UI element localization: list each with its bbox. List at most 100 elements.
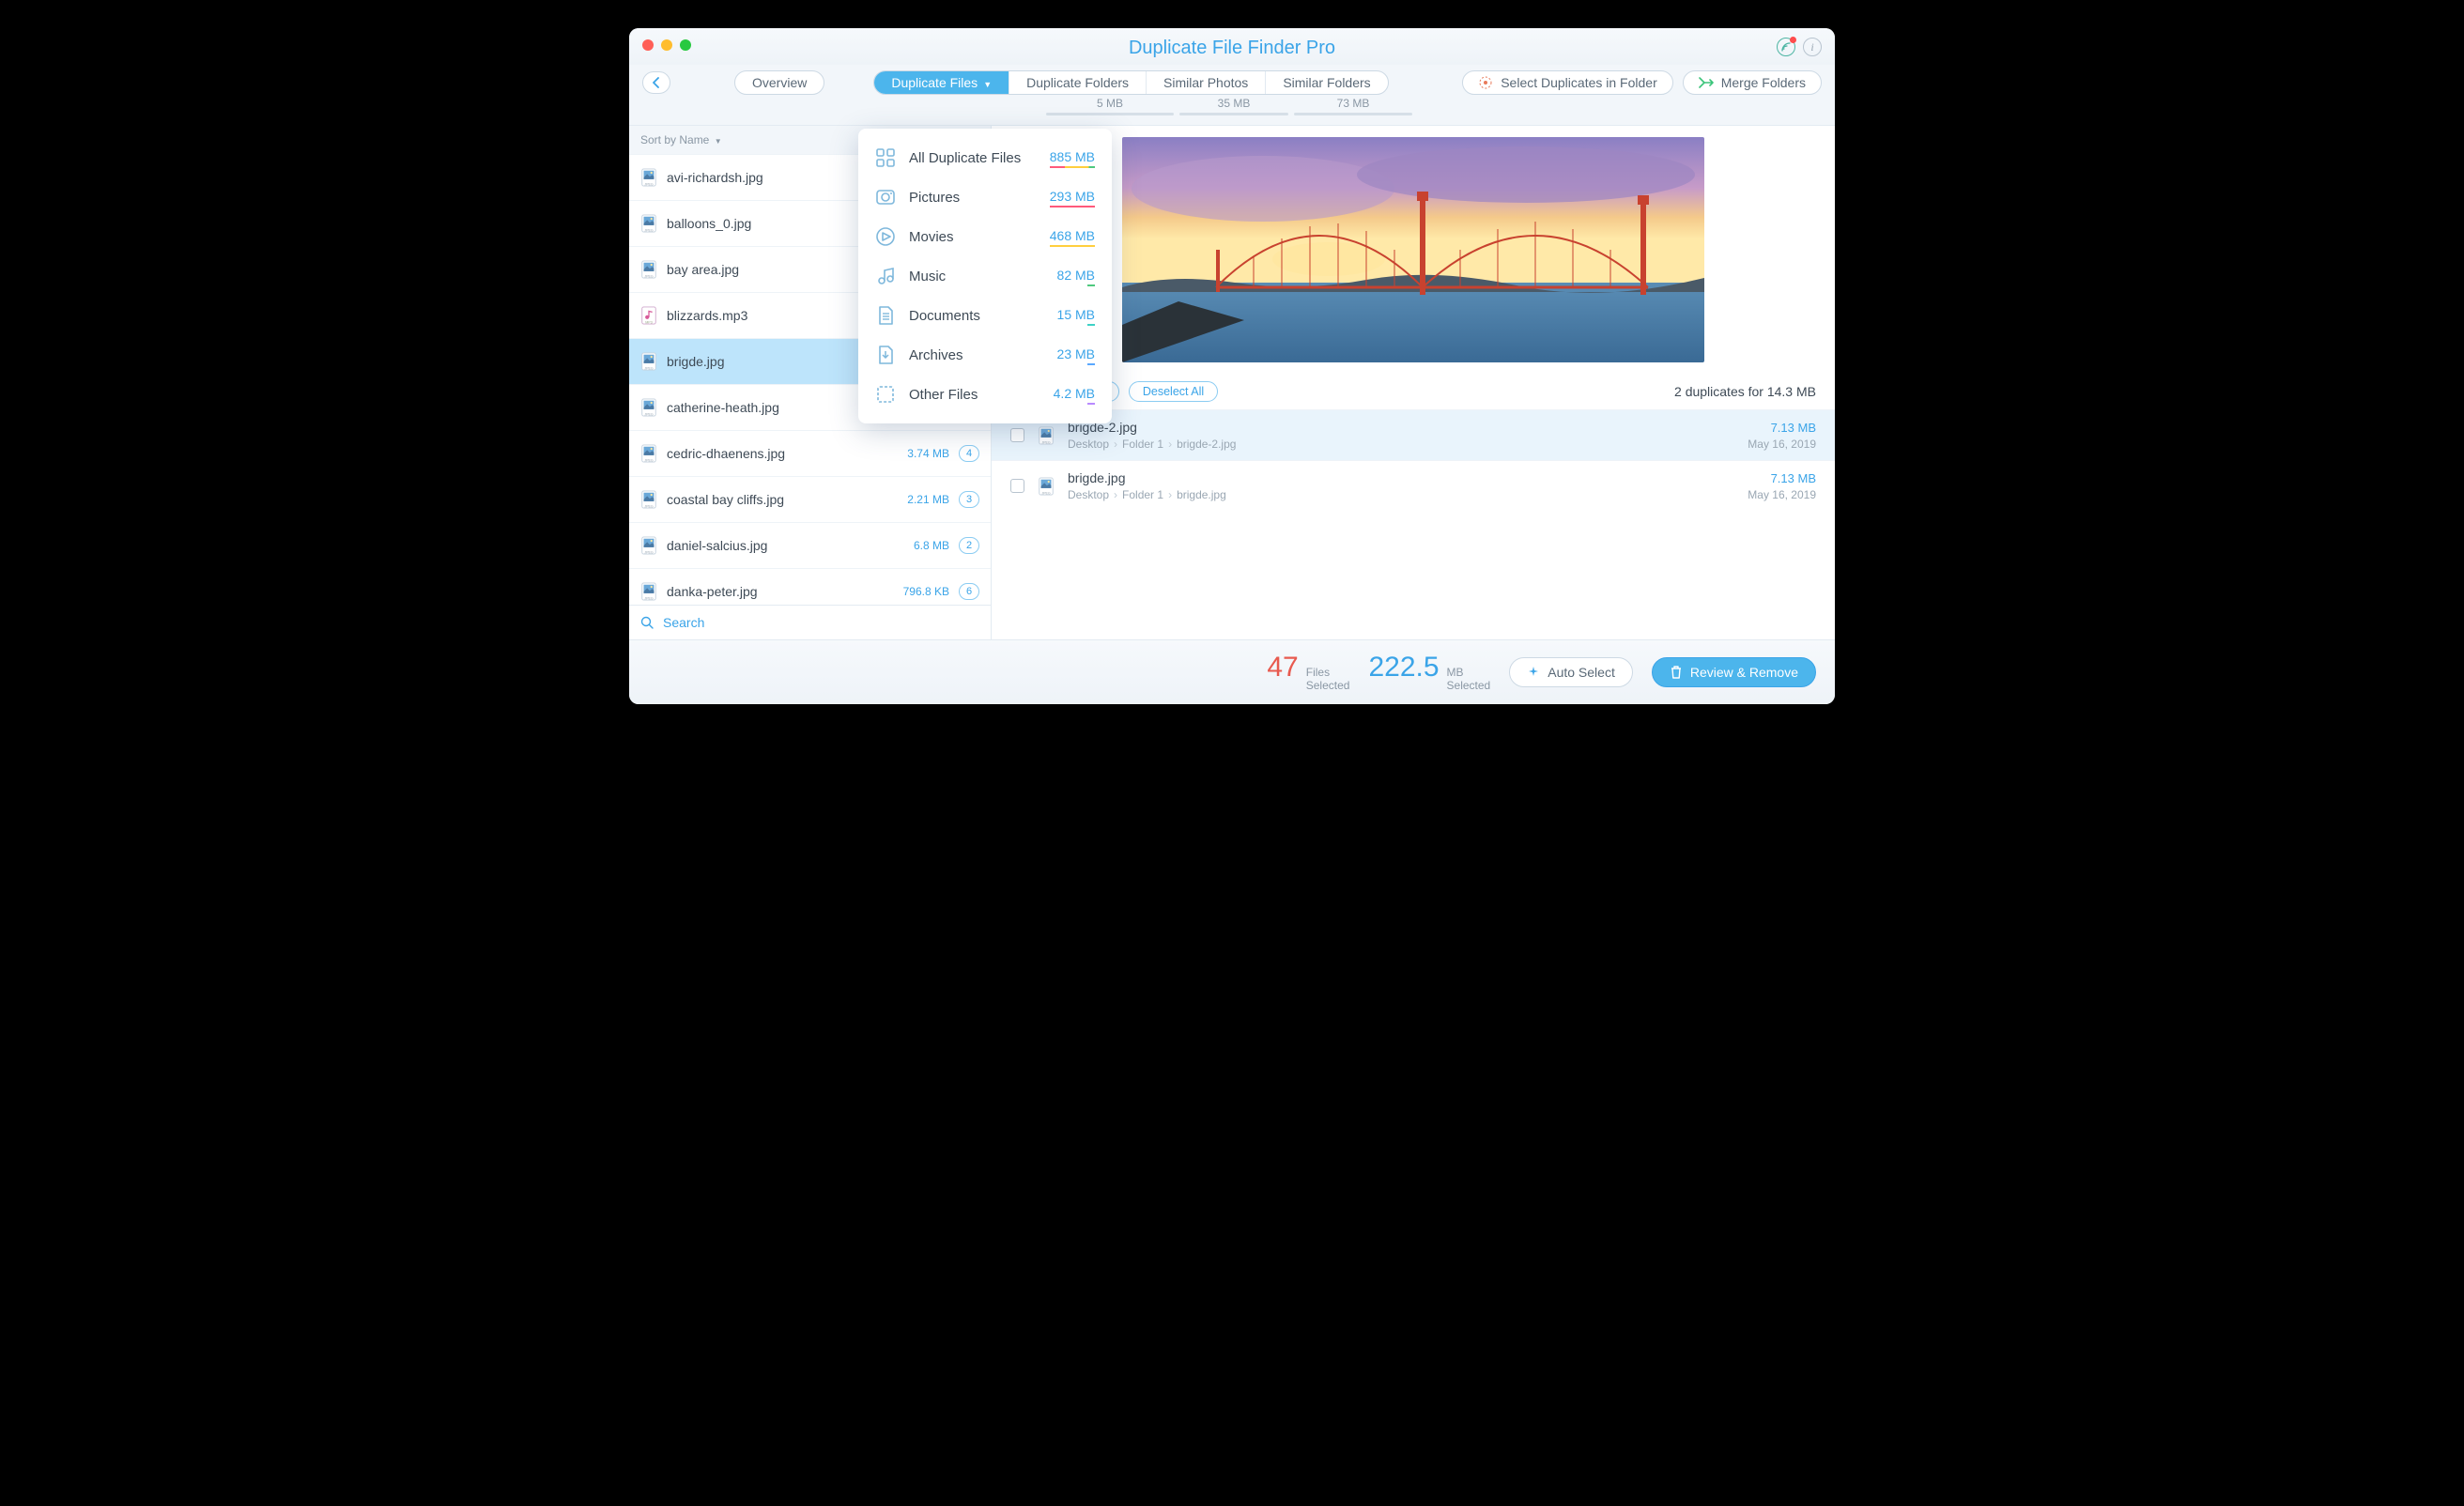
file-name: cedric-dhaenens.jpg <box>667 446 898 461</box>
file-row[interactable]: JPEGdanka-peter.jpg796.8 KB6 <box>629 569 991 605</box>
category-size: 15 MB <box>1057 307 1095 325</box>
duplicate-checkbox[interactable] <box>1010 428 1024 442</box>
svg-text:JPEG: JPEG <box>644 367 654 371</box>
file-size: 796.8 KB <box>903 585 949 598</box>
category-label: Movies <box>909 229 1037 245</box>
duplicate-size: 7.13 MB <box>1748 421 1816 435</box>
file-row[interactable]: JPEG daniel-salcius.jpg 6.8 MB 2 <box>629 523 991 569</box>
minimize-icon[interactable] <box>661 39 672 51</box>
deselect-all-button[interactable]: Deselect All <box>1129 381 1218 402</box>
duplicate-path: Desktop›Folder 1›brigde-2.jpg <box>1068 438 1734 451</box>
search-input[interactable] <box>663 615 979 630</box>
svg-text:JPEG: JPEG <box>644 459 654 463</box>
file-row[interactable]: JPEG coastal bay cliffs.jpg 2.21 MB 3 <box>629 477 991 523</box>
tab-similar-photos[interactable]: Similar Photos <box>1147 71 1266 94</box>
select-duplicates-folder-button[interactable]: Select Duplicates in Folder <box>1462 70 1673 95</box>
merge-folders-button[interactable]: Merge Folders <box>1683 70 1822 95</box>
dropdown-item[interactable]: Documents 15 MB <box>858 296 1112 335</box>
svg-text:JPEG: JPEG <box>1041 440 1051 444</box>
preview-area <box>992 126 1835 374</box>
dropdown-item[interactable]: Music82 MB <box>858 256 1112 296</box>
duplicate-date: May 16, 2019 <box>1748 488 1816 501</box>
tab-sizes: 5 MB 35 MB 73 MB <box>629 95 1835 125</box>
files-selected-stat: 47 FilesSelected <box>1267 652 1349 693</box>
tab-duplicate-folders[interactable]: Duplicate Folders <box>1009 71 1147 94</box>
category-size: 82 MB <box>1057 268 1095 285</box>
window-controls <box>642 39 691 51</box>
preview-image <box>1122 137 1704 362</box>
svg-text:MP3: MP3 <box>645 321 652 325</box>
duplicate-row[interactable]: JPEGbrigde.jpgDesktop›Folder 1›brigde.jp… <box>992 460 1835 511</box>
tab-similar-folders[interactable]: Similar Folders <box>1266 71 1387 94</box>
tab-size-duplicate-files <box>913 97 1040 115</box>
category-size: 293 MB <box>1050 189 1095 207</box>
tab-size-similar-folders: 73 MB <box>1294 97 1412 115</box>
category-label: Documents <box>909 308 1044 324</box>
category-label: Pictures <box>909 190 1037 206</box>
tab-size-duplicate-folders: 5 MB <box>1046 97 1174 115</box>
dropdown-item[interactable]: Pictures 293 MB <box>858 177 1112 217</box>
svg-text:JPEG: JPEG <box>644 597 654 601</box>
file-name: coastal bay cliffs.jpg <box>667 492 898 507</box>
svg-text:JPEG: JPEG <box>1041 491 1051 495</box>
category-size: 885 MB <box>1050 149 1095 167</box>
back-button[interactable] <box>642 71 670 94</box>
category-label: Other Files <box>909 387 1040 403</box>
category-size: 4.2 MB <box>1054 386 1095 404</box>
trash-icon <box>1670 665 1683 680</box>
dropdown-item[interactable]: Other Files 4.2 MB <box>858 375 1112 414</box>
overview-button[interactable]: Overview <box>734 70 824 95</box>
file-row[interactable]: JPEG cedric-dhaenens.jpg 3.74 MB 4 <box>629 431 991 477</box>
category-size: 468 MB <box>1050 228 1095 246</box>
svg-text:JPEG: JPEG <box>644 229 654 233</box>
dropdown-item[interactable]: Movies 468 MB <box>858 217 1112 256</box>
category-icon <box>875 187 896 207</box>
duplicate-name: brigde.jpg <box>1068 470 1734 485</box>
sparkle-icon <box>1527 666 1540 679</box>
info-icon[interactable]: i <box>1803 38 1822 56</box>
file-size: 6.8 MB <box>914 539 949 552</box>
category-tabs: Duplicate Files▼ Duplicate Folders Simil… <box>873 70 1388 95</box>
review-remove-button[interactable]: Review & Remove <box>1652 657 1816 687</box>
main-panel: Auto Select ▼ Deselect All 2 duplicates … <box>992 126 1835 639</box>
target-icon <box>1478 75 1493 90</box>
file-size: 2.21 MB <box>907 493 949 506</box>
close-icon[interactable] <box>642 39 654 51</box>
mb-selected-stat: 222.5 MBSelected <box>1368 652 1490 693</box>
tab-duplicate-files[interactable]: Duplicate Files▼ <box>874 71 1009 94</box>
maximize-icon[interactable] <box>680 39 691 51</box>
svg-text:JPEG: JPEG <box>644 275 654 279</box>
toolbar: Overview Duplicate Files▼ Duplicate Fold… <box>629 65 1835 95</box>
search-icon <box>640 616 654 629</box>
svg-text:JPEG: JPEG <box>644 551 654 555</box>
duplicate-name: brigde-2.jpg <box>1068 420 1734 435</box>
footer: 47 FilesSelected 222.5 MBSelected Auto S… <box>629 639 1835 704</box>
file-size: 3.74 MB <box>907 447 949 460</box>
duplicate-summary: 2 duplicates for 14.3 MB <box>1674 384 1816 399</box>
merge-icon <box>1699 76 1714 89</box>
category-icon <box>875 305 896 326</box>
search-row <box>629 605 991 639</box>
titlebar: Duplicate File Finder Pro i <box>629 28 1835 65</box>
duplicate-checkbox[interactable] <box>1010 479 1024 493</box>
category-icon <box>875 384 896 405</box>
dropdown-item[interactable]: Archives23 MB <box>858 335 1112 375</box>
category-label: All Duplicate Files <box>909 150 1037 166</box>
file-name: danka-peter.jpg <box>667 584 894 599</box>
file-dup-count: 2 <box>959 537 979 554</box>
duplicate-date: May 16, 2019 <box>1748 438 1816 451</box>
svg-text:JPEG: JPEG <box>644 505 654 509</box>
file-dup-count: 3 <box>959 491 979 508</box>
app-title: Duplicate File Finder Pro <box>642 38 1822 59</box>
duplicate-list: JPEG brigde-2.jpg Desktop›Folder 1›brigde-… <box>992 409 1835 639</box>
file-type-dropdown: All Duplicate Files 885 MB Pictures 293 MB M… <box>858 129 1112 423</box>
category-icon <box>875 147 896 168</box>
rss-status-icon[interactable] <box>1777 38 1795 56</box>
file-dup-count: 4 <box>959 445 979 462</box>
dropdown-item[interactable]: All Duplicate Files 885 MB <box>858 138 1112 177</box>
file-name: daniel-salcius.jpg <box>667 538 904 553</box>
tab-size-similar-photos: 35 MB <box>1179 97 1288 115</box>
category-size: 23 MB <box>1057 346 1095 364</box>
footer-auto-select-button[interactable]: Auto Select <box>1509 657 1633 687</box>
duplicate-row[interactable]: JPEG brigde-2.jpg Desktop›Folder 1›brigde-… <box>992 409 1835 460</box>
